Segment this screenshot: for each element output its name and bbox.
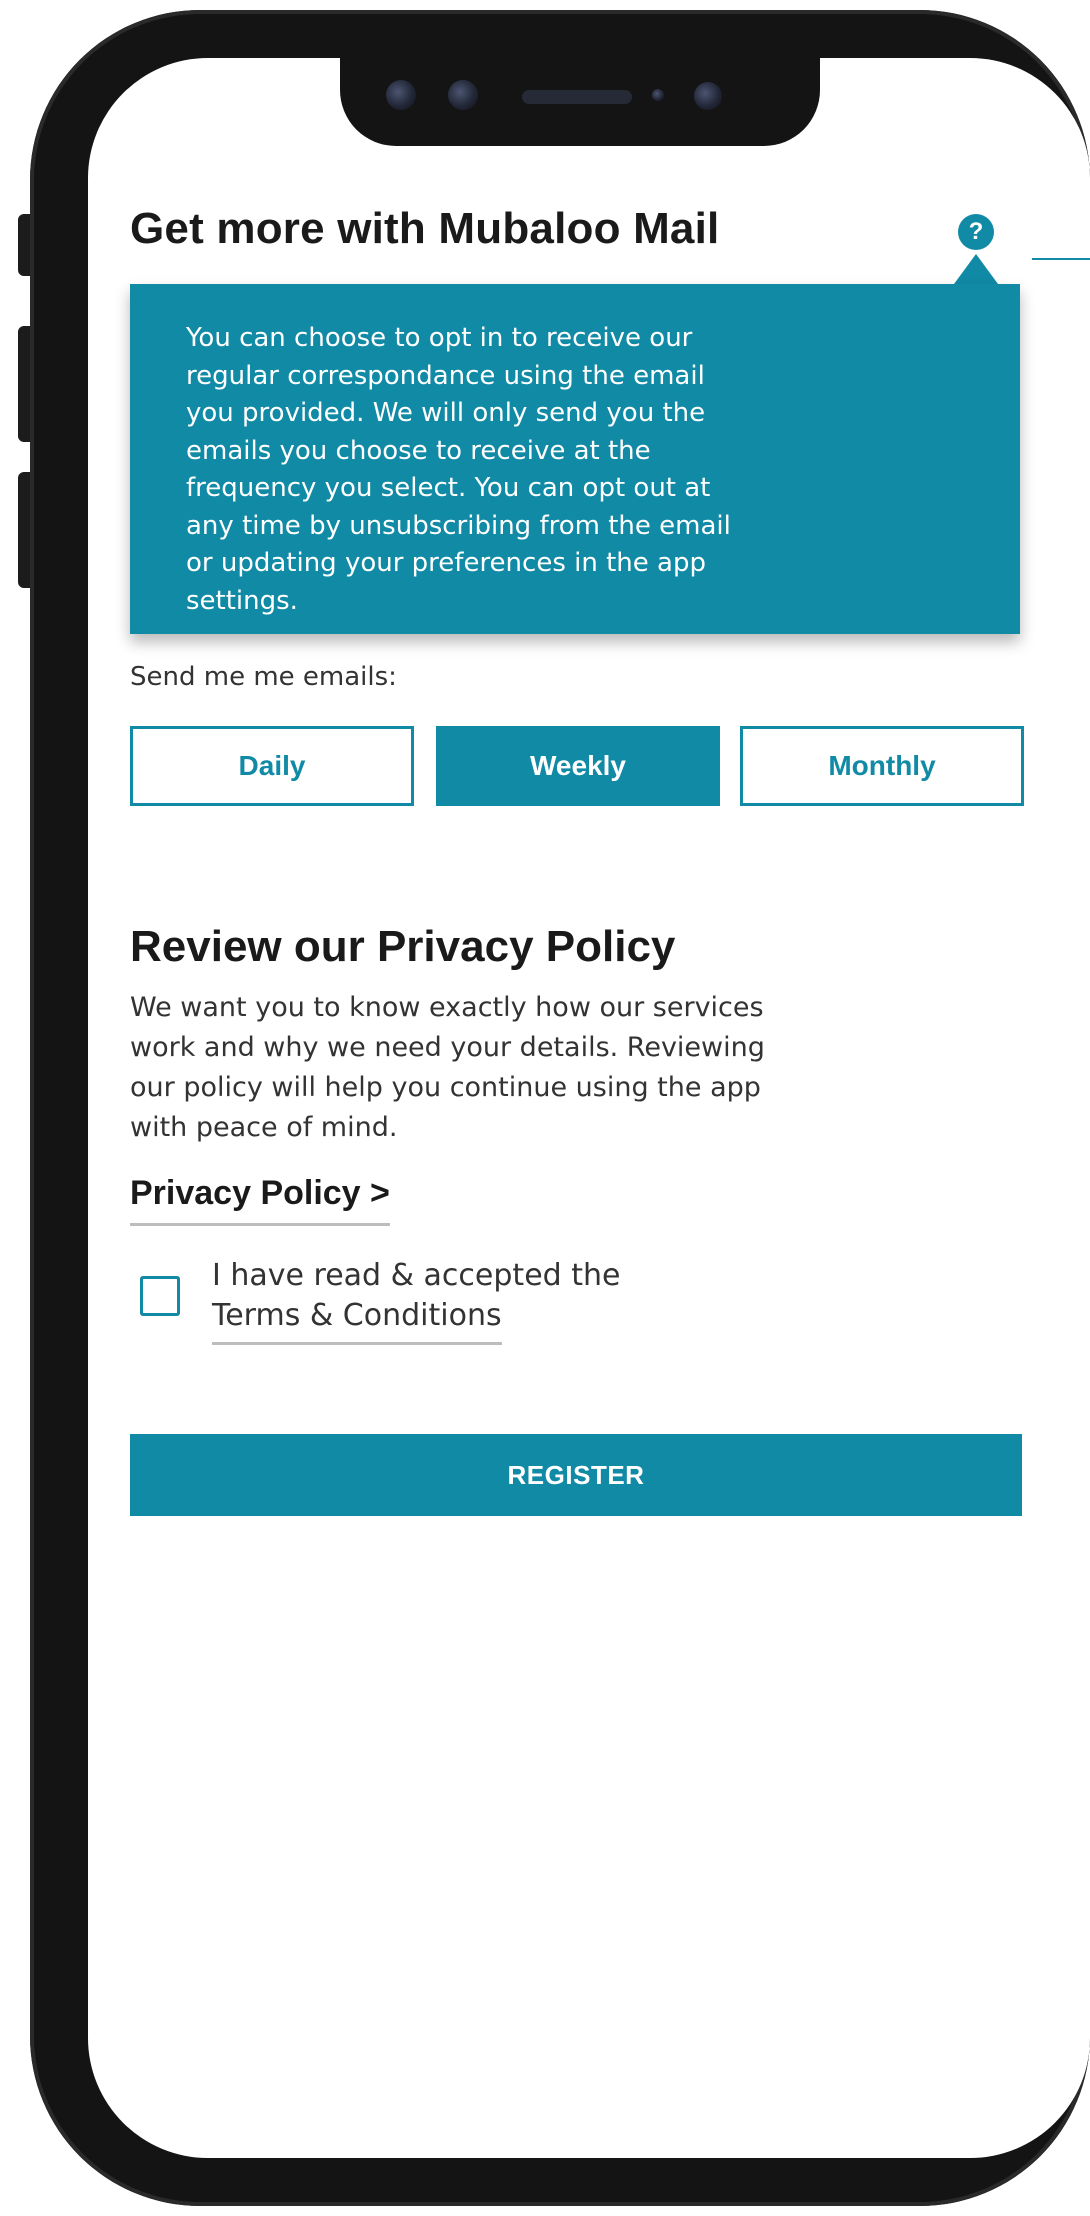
privacy-description: We want you to know exactly how our serv… [130,988,1030,1148]
tooltip-line: or updating your preferences in the app [186,548,706,578]
speaker-grille [522,90,632,104]
app-canvas: Get more with Mubaloo Mail ? You can cho… [0,0,1090,2216]
tooltip-connector-line [1032,258,1090,260]
tooltip-line: emails you choose to receive at the [186,435,651,466]
tooltip-line: regular correspondance using the email [186,360,705,391]
mail-heading: Get more with Mubaloo Mail [130,204,720,253]
privacy-description-line: our policy will help you continue using … [130,1072,761,1103]
tooltip-line: any time by unsubscribing from the email [186,510,731,541]
mail-info-tooltip: You can choose to opt in to receive our … [130,284,1020,634]
proximity-sensor-icon [652,89,664,101]
front-camera-icon [386,80,416,110]
frequency-daily-button[interactable]: Daily [130,726,414,806]
tooltip-line: You can choose to opt in to receive our [186,323,693,353]
terms-label: I have read & accepted the [212,1258,621,1293]
privacy-description-line: work and why we need your details. Revie… [130,1032,765,1063]
privacy-description-line: We want you to know exactly how our serv… [130,992,764,1023]
terms-conditions-link[interactable]: Terms & Conditions [212,1296,502,1345]
face-id-camera-icon [694,82,722,110]
terms-text: I have read & accepted the Terms & Condi… [212,1256,620,1345]
tooltip-arrow [954,254,998,284]
frequency-label: Send me me emails: [130,662,397,692]
tooltip-line: you provided. We will only send you the [186,398,706,428]
phone-notch [340,58,820,146]
tooltip-line: settings. [186,585,298,616]
sensor-icon [448,80,478,110]
register-button[interactable]: REGISTER [130,1434,1022,1516]
terms-checkbox[interactable] [140,1276,180,1316]
tooltip-line: frequency you select. You can opt out at [186,473,711,503]
registration-form: Get more with Mubaloo Mail ? You can cho… [88,58,1090,2158]
frequency-monthly-button[interactable]: Monthly [740,726,1024,806]
privacy-description-line: with peace of mind. [130,1112,398,1143]
privacy-policy-link[interactable]: Privacy Policy > [130,1174,390,1226]
phone-screen: Get more with Mubaloo Mail ? You can cho… [88,58,1090,2158]
privacy-heading: Review our Privacy Policy [130,922,676,971]
frequency-weekly-button[interactable]: Weekly [436,726,720,806]
help-icon[interactable]: ? [958,214,994,250]
